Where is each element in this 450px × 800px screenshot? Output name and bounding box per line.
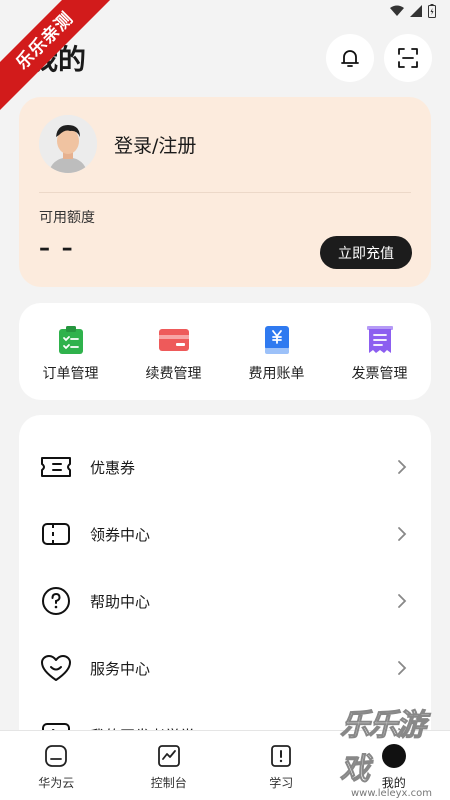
quick-action-label: 订单管理: [42, 366, 99, 382]
profile-card: 登录/注册 可用额度 – – 立即充值: [19, 97, 431, 287]
quick-action-label: 续费管理: [145, 366, 202, 382]
wifi-icon: [390, 5, 404, 16]
tab-label: 学习: [269, 776, 294, 790]
book-icon: [268, 743, 294, 769]
home-icon: [43, 743, 69, 769]
menu-item-label: 领券中心: [90, 525, 151, 544]
tab-console[interactable]: 控制台: [113, 731, 226, 800]
quick-action-renewal[interactable]: 续费管理: [122, 303, 225, 400]
card-icon: [158, 325, 189, 355]
menu-item-coupons[interactable]: 优惠券: [19, 437, 431, 497]
scan-icon: [398, 48, 418, 68]
signal-icon: [410, 5, 422, 17]
help-icon: [39, 584, 73, 618]
menu-item-help-center[interactable]: 帮助中心: [19, 571, 431, 631]
tab-label: 华为云: [38, 776, 75, 790]
tab-label: 控制台: [150, 776, 187, 790]
tab-learning[interactable]: 学习: [225, 731, 338, 800]
quota-value: – –: [39, 236, 75, 261]
menu-item-coupon-center[interactable]: 领券中心: [19, 504, 431, 564]
quick-action-billing[interactable]: 费用账单: [225, 303, 328, 400]
tab-huawei-cloud[interactable]: 华为云: [0, 731, 113, 800]
quick-action-invoice[interactable]: 发票管理: [328, 303, 431, 400]
menu-item-label: 服务中心: [90, 659, 151, 678]
recharge-button[interactable]: 立即充值: [320, 236, 412, 269]
battery-icon: [428, 4, 436, 18]
quick-action-orders[interactable]: 订单管理: [19, 303, 122, 400]
menu-item-label: 优惠券: [90, 458, 136, 477]
quota-label: 可用额度: [39, 210, 95, 226]
yen-book-icon: [262, 325, 292, 355]
card-divider: [39, 192, 411, 193]
menu-item-service-center[interactable]: 服务中心: [19, 638, 431, 698]
clipboard-icon: [56, 325, 86, 355]
invoice-icon: [365, 325, 395, 355]
heart-icon: [39, 651, 73, 685]
watermark-ribbon: 乐乐亲测: [0, 0, 120, 120]
login-register-link[interactable]: 登录/注册: [114, 131, 196, 158]
quick-action-label: 发票管理: [351, 366, 408, 382]
chevron-right-icon: [395, 527, 409, 541]
scan-button[interactable]: [384, 34, 432, 82]
avatar-illustration: [39, 115, 97, 173]
avatar[interactable]: [39, 115, 97, 173]
console-icon: [156, 743, 182, 769]
ticket-icon: [39, 517, 73, 551]
quick-action-label: 费用账单: [248, 366, 305, 382]
chevron-right-icon: [395, 594, 409, 608]
watermark-ribbon-text: 乐乐亲测: [0, 0, 118, 114]
coupon-icon: [39, 450, 73, 484]
status-icons: [390, 4, 436, 18]
chevron-right-icon: [395, 661, 409, 675]
brand-watermark: 乐乐游戏 www.leleyx.com: [340, 708, 450, 800]
menu-item-label: 帮助中心: [90, 592, 151, 611]
brand-watermark-text: 乐乐游戏: [340, 708, 427, 788]
quick-actions-card: 订单管理 续费管理 费用账单 发票管理: [19, 303, 431, 400]
bell-icon: [341, 50, 359, 67]
brand-watermark-url: www.leleyx.com: [350, 788, 432, 799]
notification-button[interactable]: [326, 34, 374, 82]
chevron-right-icon: [395, 460, 409, 474]
